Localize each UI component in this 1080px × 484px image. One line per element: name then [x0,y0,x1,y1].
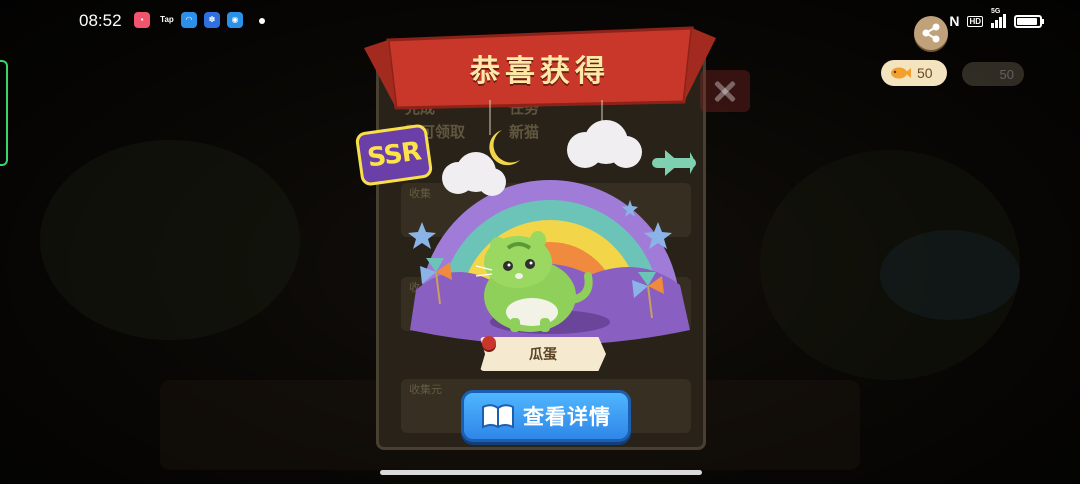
hd-icon: HD [967,15,983,27]
rarity-badge: SSR [354,123,434,187]
view-details-button[interactable]: 查看详情 [461,390,631,442]
battery-icon [1014,14,1044,28]
status-time: 08:52 [79,11,122,30]
share-button[interactable] [914,16,948,50]
taptap-icon: Tap [160,15,174,24]
background-coin-counter: 50 [962,62,1024,86]
rarity-label: SSR [365,136,423,174]
cat-name: 瓜蛋 [529,347,557,363]
more-notifications-dot [259,18,265,24]
fish-coin-count: 50 [917,65,933,81]
reward-popup: 恭喜获得 SSR 瓜蛋 查看详情 [340,0,740,484]
cloud-app-icon: ◠ [181,12,197,28]
fish-coin-icon [891,67,911,79]
fish-coin-counter: 50 [881,60,947,86]
cat-name-plate: 瓜蛋 [480,337,606,371]
share-icon [922,23,940,43]
nfc-icon: N [949,13,960,29]
gesture-navigation-bar[interactable] [380,470,702,475]
reward-title: 恭喜获得 [470,54,610,89]
signal-icon: 5G [991,8,1006,28]
view-details-label: 查看详情 [523,405,611,429]
side-edge-handle[interactable] [0,60,8,166]
baidu-icon: ✽ [204,12,220,28]
background-coin-count: 50 [999,66,1014,82]
app-notification-icon: ▪ [134,12,150,28]
pin-icon [482,336,496,350]
book-icon [482,404,514,429]
status-indicators: N HD 5G [949,8,1044,30]
circle-app-icon: ◉ [227,12,243,28]
